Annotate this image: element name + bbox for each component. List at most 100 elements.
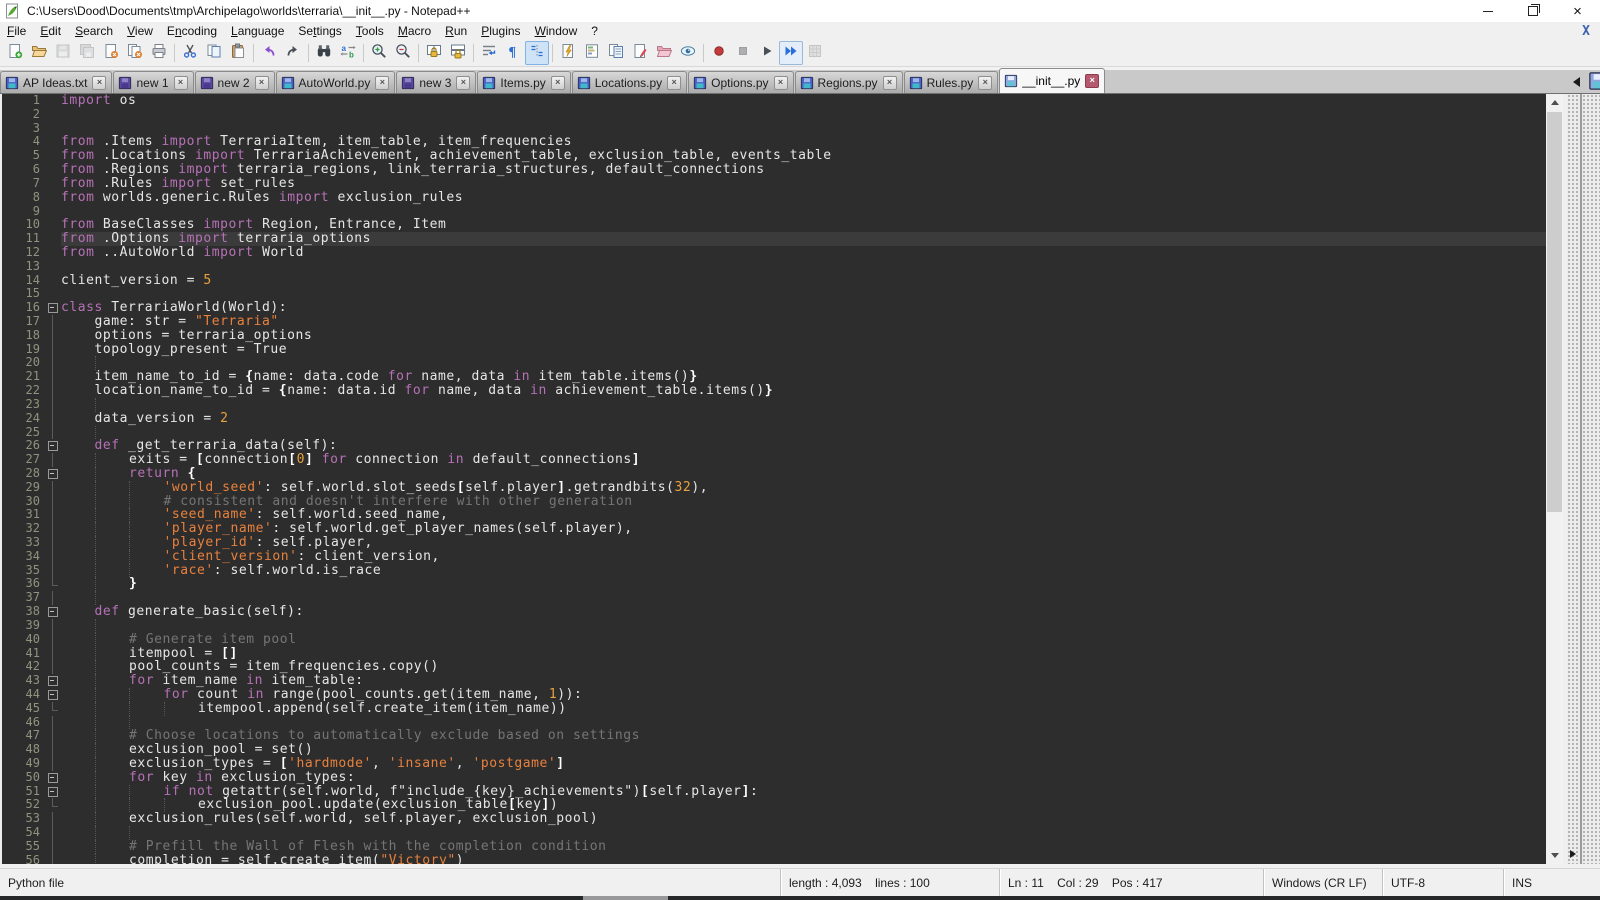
fold-marker[interactable] [45,771,61,785]
tab-close-icon[interactable]: × [774,76,788,90]
menu-item-run[interactable]: Run [438,23,474,39]
tab-close-icon[interactable]: × [174,76,188,90]
code-text: from ..AutoWorld import World [61,246,1546,260]
fold-marker[interactable] [45,439,61,453]
playback-macro-button[interactable] [755,41,779,65]
sync-scroll-horizontal-button[interactable] [446,41,470,65]
menu-item-encoding[interactable]: Encoding [160,23,224,39]
scroll-down-icon[interactable] [1546,847,1563,864]
cut-button[interactable] [178,41,202,65]
code-token: { [279,383,287,398]
print-button[interactable] [147,41,171,65]
save-macro-icon [807,43,823,64]
document-list-button[interactable] [604,41,628,65]
save-macro-button[interactable] [803,41,827,65]
record-macro-button[interactable] [707,41,731,65]
tab-rules-py[interactable]: Rules.py× [904,71,999,93]
tab-ap-ideas-txt[interactable]: AP Ideas.txt× [0,71,112,93]
show-all-characters-button[interactable]: ¶ [501,41,525,65]
tab-close-icon[interactable]: × [456,76,470,90]
copy-button[interactable] [202,41,226,65]
vertical-scrollbar[interactable] [1546,94,1563,864]
new-file-button[interactable] [3,41,27,65]
menu-item-window[interactable]: Window [528,23,585,39]
zoom-in-button[interactable] [367,41,391,65]
minimize-button[interactable] [1465,0,1510,22]
splitter-grip[interactable] [1567,94,1580,864]
menu-item-settings[interactable]: Settings [291,23,348,39]
fold-marker[interactable] [45,301,61,315]
show-indent-guide-button[interactable] [525,41,549,65]
replace-button[interactable]: ab [336,41,360,65]
code-token: exclusion_rules(self.world, self.player,… [129,811,598,826]
save-button[interactable] [51,41,75,65]
run-macro-multiple-button[interactable] [779,41,803,65]
tab-items-py[interactable]: Items.py× [477,71,570,93]
stop-macro-button[interactable] [731,41,755,65]
menu-item-language[interactable]: Language [224,23,291,39]
tab-close-icon[interactable]: × [255,76,269,90]
tab-close-icon[interactable]: × [667,76,681,90]
function-list-button[interactable] [556,41,580,65]
menu-item-edit[interactable]: Edit [33,23,68,39]
tab-close-icon[interactable]: × [551,76,565,90]
tab-regions-py[interactable]: Regions.py× [795,71,903,93]
menu-close-icon[interactable]: X [1582,24,1590,39]
tab-close-icon[interactable]: × [1085,74,1099,88]
menu-item-file[interactable]: File [0,23,33,39]
redo-button[interactable] [281,41,305,65]
menu-item-[interactable]: ? [584,23,605,39]
edit-document-button[interactable] [628,41,652,65]
code-token: .Locations [95,148,196,163]
panel-splitter[interactable] [1563,94,1600,864]
tab-close-icon[interactable]: × [883,76,897,90]
save-all-button[interactable] [75,41,99,65]
code-line: 41itempool = [] [2,647,1546,661]
menu-item-view[interactable]: View [120,23,160,39]
scroll-up-icon[interactable] [1546,94,1563,111]
scrollbar-thumb[interactable] [1547,112,1562,512]
menu-item-plugins[interactable]: Plugins [474,23,527,39]
splitter-collapse-icon[interactable] [1570,850,1576,858]
code-line: 6from .Regions import terraria_regions, … [2,163,1546,177]
close-button[interactable] [99,41,123,65]
code-editor[interactable]: 1import os234from .Items import Terraria… [2,94,1546,864]
menu-item-tools[interactable]: Tools [349,23,391,39]
fold-marker[interactable] [45,605,61,619]
monitoring-button[interactable] [676,41,700,65]
fold-marker[interactable] [45,674,61,688]
close-button[interactable]: × [1555,0,1600,22]
tab-new-2[interactable]: new 2× [195,71,275,93]
folder-as-workspace-button[interactable] [652,41,676,65]
open-button[interactable] [27,41,51,65]
find-button[interactable] [312,41,336,65]
document-map-button[interactable] [580,41,604,65]
code-line: 28return { [2,467,1546,481]
sync-scroll-vertical-button[interactable] [422,41,446,65]
code-token: worlds.generic.Rules [95,190,279,205]
tab-close-icon[interactable]: × [92,76,106,90]
word-wrap-button[interactable] [477,41,501,65]
tab-autoworld-py[interactable]: AutoWorld.py× [276,71,396,93]
tab-locations-py[interactable]: Locations.py× [572,71,687,93]
tab-options-py[interactable]: Options.py× [688,71,793,93]
close-all-button[interactable] [123,41,147,65]
paste-button[interactable] [226,41,250,65]
tab-close-icon[interactable]: × [375,76,389,90]
tab-new-3[interactable]: new 3× [396,71,476,93]
tab--init-py[interactable]: __init__.py× [999,68,1105,93]
fold-marker[interactable] [45,785,61,799]
fold-margin [45,384,61,398]
fold-marker[interactable] [45,467,61,481]
menu-item-search[interactable]: Search [68,23,120,39]
menu-item-macro[interactable]: Macro [391,23,438,39]
tab-close-icon[interactable]: × [978,76,992,90]
undo-button[interactable] [257,41,281,65]
fold-marker[interactable] [45,688,61,702]
restore-button[interactable] [1510,0,1555,22]
svg-text:b: b [349,50,354,59]
tab-scroll-left-icon[interactable] [1573,77,1580,87]
zoom-out-button[interactable] [391,41,415,65]
tab-new-1[interactable]: new 1× [113,71,193,93]
tab-bar: AP Ideas.txt×new 1×new 2×AutoWorld.py×ne… [0,67,1600,94]
